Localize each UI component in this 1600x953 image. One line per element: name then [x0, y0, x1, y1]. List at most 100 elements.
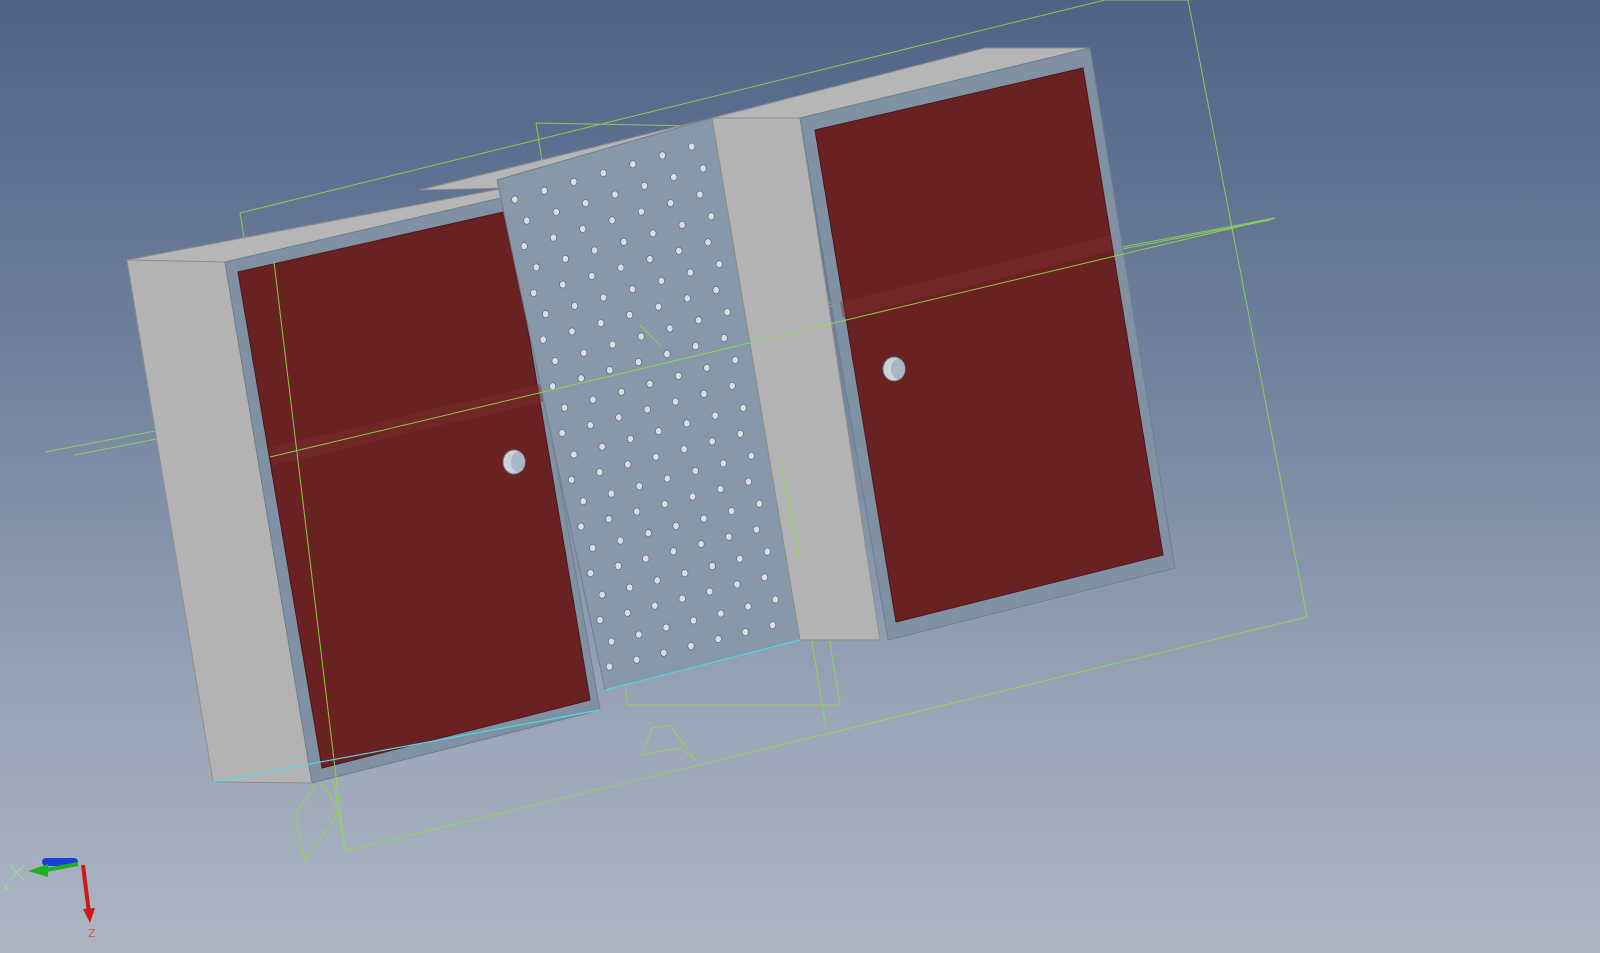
pegboard-hole — [660, 648, 668, 657]
pegboard-hole — [687, 642, 695, 650]
pegboard-hole — [605, 662, 613, 671]
pegboard-hole — [634, 358, 642, 367]
pegboard-hole — [706, 587, 714, 596]
pegboard-hole — [542, 310, 550, 319]
pegboard-hole — [739, 403, 747, 412]
pegboard-hole — [669, 547, 677, 556]
pegboard-hole — [596, 616, 604, 624]
pegboard-hole — [608, 340, 616, 349]
pegboard-hole — [568, 327, 576, 336]
pegboard-hole — [744, 477, 752, 486]
pegboard-hole — [712, 286, 720, 295]
pegboard-hole — [700, 389, 708, 398]
pegboard-hole — [570, 450, 578, 459]
pegboard-hole — [719, 459, 727, 468]
pegboard-hole — [646, 379, 654, 388]
pegboard-hole — [663, 474, 671, 483]
pegboard-hole — [692, 342, 700, 350]
right-door[interactable] — [814, 67, 1164, 623]
pegboard-hole — [511, 195, 519, 204]
pegboard-hole — [699, 164, 707, 173]
pegboard-hole — [586, 421, 594, 430]
pegboard-hole — [532, 263, 540, 272]
pegboard-hole — [633, 507, 641, 516]
pegboard-hole — [697, 540, 705, 548]
triad-y-label: Y — [33, 855, 41, 864]
left-door-knob-face — [511, 452, 525, 472]
pegboard-hole — [736, 554, 744, 563]
pegboard-hole — [689, 616, 697, 625]
pegboard-hole — [725, 532, 733, 541]
pegboard-hole — [657, 276, 665, 285]
pegboard-hole — [598, 590, 606, 599]
pegboard-hole — [651, 601, 659, 610]
pegboard-hole — [736, 429, 744, 438]
pegboard-hole — [559, 280, 567, 289]
axis-triad[interactable]: Y Z X — [0, 855, 110, 953]
pegboard-hole — [568, 475, 576, 484]
pegboard-hole — [626, 310, 634, 319]
triad-z-arrow — [83, 908, 95, 923]
pegboard-hole — [663, 350, 671, 358]
pegboard-hole — [769, 621, 777, 630]
triad-x-label: X — [2, 881, 10, 894]
triad-y-arrow — [28, 864, 48, 877]
pegboard-hole — [589, 395, 597, 404]
pegboard-hole — [666, 324, 674, 333]
pegboard-hole — [744, 602, 752, 611]
pegboard-hole — [703, 363, 711, 372]
pegboard-hole — [628, 285, 636, 294]
pegboard-hole — [760, 573, 768, 582]
pegboard-hole — [653, 576, 661, 585]
pegboard-hole — [589, 544, 597, 552]
pegboard-hole — [540, 186, 548, 195]
pegboard-hole — [558, 429, 566, 437]
cad-viewport[interactable]: Y Z X — [0, 0, 1600, 953]
pegboard-hole — [607, 489, 615, 498]
triad-z-label: Z — [88, 927, 96, 940]
pegboard-hole — [696, 190, 704, 199]
pegboard-hole — [633, 655, 641, 664]
pegboard-hole — [591, 246, 599, 255]
pegboard-hole — [520, 242, 528, 251]
pegboard-hole — [580, 348, 588, 357]
pegboard-hole — [530, 288, 538, 297]
pegboard-hole — [681, 569, 689, 578]
pegboard-hole — [561, 254, 569, 263]
pegboard-hole — [626, 434, 634, 443]
pegboard-hole — [661, 500, 669, 508]
pegboard-hole — [643, 405, 651, 414]
pegboard-hole — [688, 142, 696, 151]
pegboard-hole — [662, 623, 670, 632]
pegboard-hole — [637, 332, 645, 341]
pegboard-hole — [731, 356, 739, 364]
pegboard-hole — [635, 630, 643, 639]
pegboard-hole — [607, 637, 615, 646]
pegboard-hole — [658, 151, 666, 160]
pegboard-hole — [678, 594, 686, 603]
pegboard-hole — [586, 569, 594, 578]
pegboard-hole — [599, 293, 607, 302]
pegboard-hole — [771, 595, 779, 604]
construction-leg-left — [294, 779, 341, 863]
pegboard-hole — [714, 635, 722, 643]
pegboard-hole — [686, 268, 694, 277]
pegboard-hole — [577, 374, 585, 383]
pegboard-hole — [704, 238, 712, 247]
pegboard-hole — [552, 207, 560, 216]
pegboard-hole — [615, 413, 623, 422]
pegboard-hole — [616, 536, 624, 545]
pegboard-hole — [614, 562, 622, 570]
pegboard-hole — [763, 547, 771, 556]
model-scene[interactable] — [0, 0, 1600, 953]
pegboard-hole — [728, 507, 736, 515]
pegboard-hole — [599, 169, 607, 177]
pegboard-hole — [683, 419, 691, 428]
pegboard-hole — [617, 387, 625, 396]
pegboard-hole — [642, 554, 650, 563]
pegboard-hole — [715, 260, 723, 269]
pegboard-hole — [708, 562, 716, 570]
pegboard-hole — [674, 371, 682, 380]
pegboard-hole — [728, 381, 736, 390]
pegboard-hole — [539, 335, 547, 344]
